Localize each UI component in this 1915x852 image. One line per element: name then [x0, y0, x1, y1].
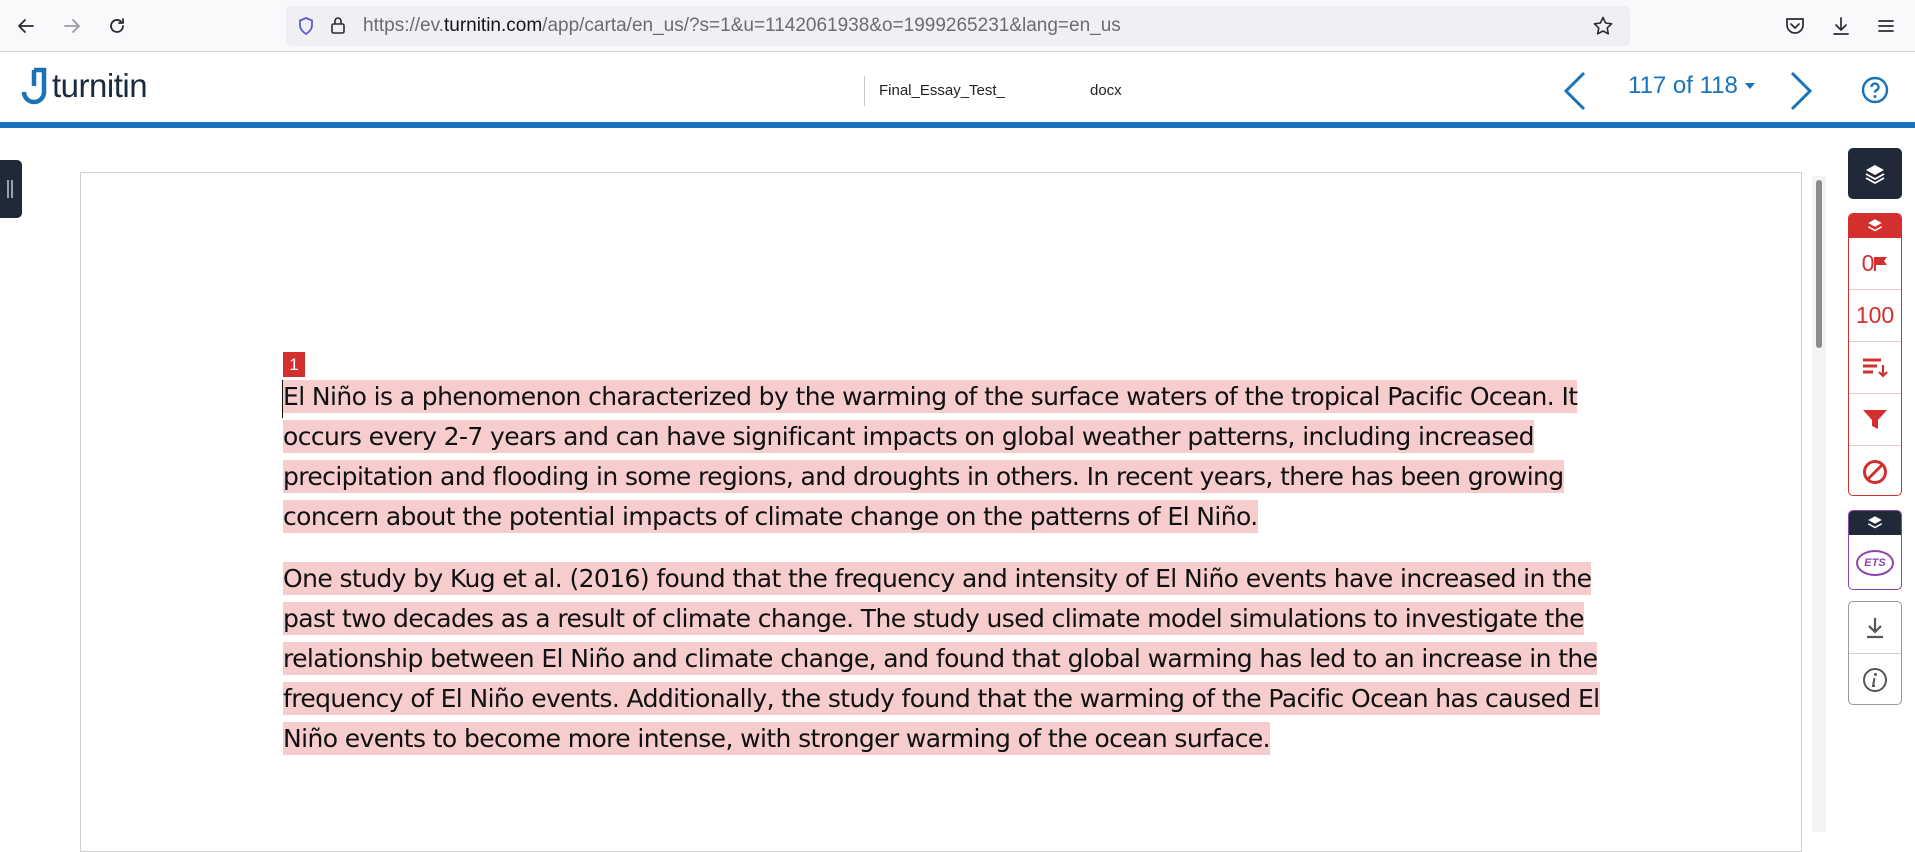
prev-submission-icon[interactable]	[1560, 70, 1590, 112]
bookmark-star-icon[interactable]	[1592, 15, 1614, 37]
file-extension: docx	[1090, 82, 1122, 99]
reload-button[interactable]	[101, 10, 133, 42]
info-button[interactable]	[1849, 653, 1901, 704]
help-icon[interactable]	[1861, 76, 1889, 104]
flags-count: 0	[1861, 250, 1875, 276]
grip-icon	[7, 180, 13, 198]
browser-toolbar: https://ev.turnitin.com/app/carta/en_us/…	[0, 0, 1915, 52]
highlighted-text[interactable]: One study by Kug et al. (2016) found tha…	[283, 562, 1600, 755]
match-overview-button[interactable]	[1849, 341, 1901, 393]
forward-button[interactable]	[56, 10, 88, 42]
paragraph-2: One study by Kug et al. (2016) found tha…	[283, 559, 1613, 759]
paragraph-1: El Niño is a phenomenon characterized by…	[283, 377, 1613, 537]
ets-button[interactable]: ETS	[1849, 535, 1901, 589]
exclude-button[interactable]	[1849, 445, 1901, 495]
turnitin-logo-mark-icon	[21, 67, 47, 105]
page-selector[interactable]: 117 of 118	[1628, 72, 1756, 100]
url-text: https://ev.turnitin.com/app/carta/en_us/…	[363, 15, 1121, 36]
header-divider	[864, 76, 865, 106]
file-name: Final_Essay_Test_	[879, 82, 1005, 99]
ets-layer-header[interactable]	[1849, 511, 1901, 535]
downloads-icon[interactable]	[1830, 15, 1852, 37]
filter-icon	[1863, 409, 1887, 429]
layers-icon	[1867, 516, 1883, 529]
turnitin-logo[interactable]: turnitin	[20, 66, 148, 106]
next-submission-icon[interactable]	[1786, 70, 1816, 112]
block-icon	[1863, 459, 1887, 484]
filter-button[interactable]	[1849, 393, 1901, 445]
lock-icon	[331, 17, 345, 34]
match-marker[interactable]: 1	[283, 352, 305, 377]
similarity-panel: 0 100	[1848, 213, 1902, 496]
menu-icon[interactable]	[1875, 15, 1897, 37]
side-panel-toggle[interactable]	[0, 160, 22, 218]
similarity-score-button[interactable]: 100	[1849, 289, 1901, 341]
chevron-down-icon	[1744, 83, 1755, 89]
tools-panel	[1848, 601, 1902, 705]
forward-arrow-icon	[64, 19, 80, 33]
back-arrow-icon	[18, 19, 34, 33]
ets-panel: ETS	[1848, 510, 1902, 590]
layers-icon	[1865, 164, 1885, 184]
similarity-layer-header[interactable]	[1849, 214, 1901, 238]
download-button[interactable]	[1849, 602, 1901, 653]
page-indicator: 117 of 118	[1628, 72, 1738, 99]
flags-button[interactable]: 0	[1849, 238, 1901, 289]
layers-button[interactable]	[1848, 148, 1902, 199]
back-button[interactable]	[10, 10, 42, 42]
logo-text: turnitin	[52, 67, 148, 104]
address-bar[interactable]: https://ev.turnitin.com/app/carta/en_us/…	[286, 6, 1630, 46]
layers-icon	[1867, 219, 1883, 232]
reload-icon	[110, 18, 124, 33]
scrollbar-thumb[interactable]	[1816, 180, 1822, 348]
app-header: turnitin Final_Essay_Test_ docx 117 of 1…	[0, 52, 1915, 128]
highlighted-text[interactable]: El Niño is a phenomenon characterized by…	[283, 380, 1578, 533]
download-icon	[1867, 617, 1883, 638]
shield-icon	[299, 17, 313, 36]
pocket-icon[interactable]	[1784, 15, 1806, 37]
info-icon	[1863, 667, 1887, 692]
ets-logo-icon: ETS	[1856, 549, 1894, 576]
ets-label: ETS	[1864, 556, 1886, 569]
flag-icon	[1874, 256, 1888, 271]
similarity-score: 100	[1855, 302, 1895, 328]
sort-list-icon	[1863, 358, 1888, 378]
